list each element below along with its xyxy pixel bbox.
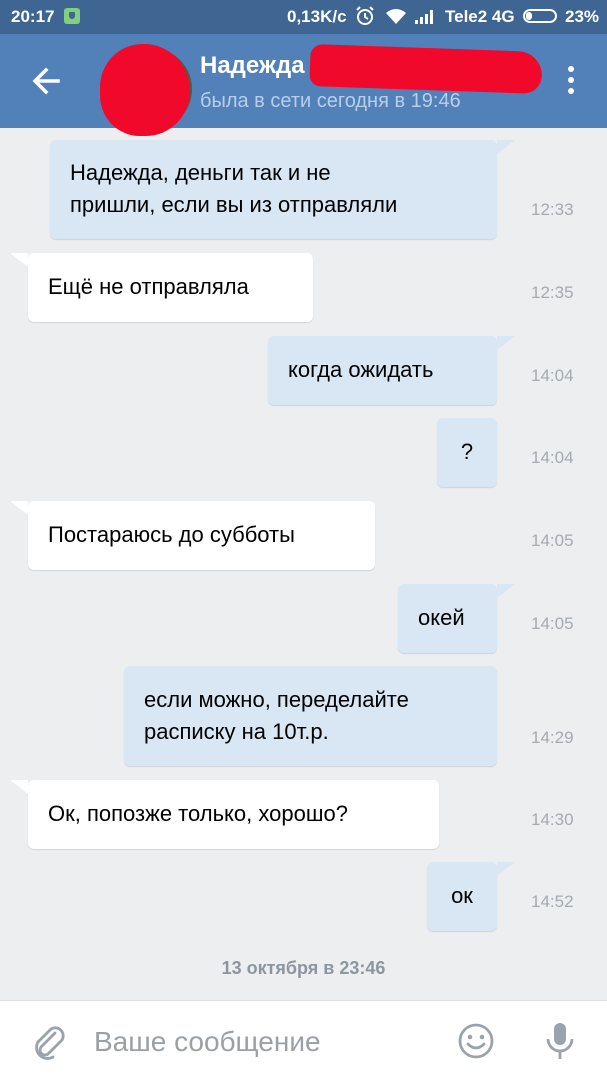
network-speed: 0,13K/c xyxy=(287,7,347,26)
battery-level xyxy=(526,12,532,20)
message-time: 14:04 xyxy=(531,448,574,467)
message-bubble-outgoing[interactable]: когда ожидать xyxy=(268,336,497,405)
bubble-tail xyxy=(10,780,28,794)
bubble-tail xyxy=(10,501,28,515)
back-arrow-icon[interactable] xyxy=(22,56,72,106)
bubble-tail xyxy=(497,584,515,598)
message-bubble-incoming[interactable]: Ок, попозже только, хорошо? xyxy=(28,780,439,849)
message-bubble-outgoing[interactable]: если можно, переделайте расписку на 10т.… xyxy=(124,666,497,766)
message-composer xyxy=(0,1000,607,1081)
message-time: 14:29 xyxy=(531,728,574,747)
paperclip-icon[interactable] xyxy=(30,1023,68,1061)
message-time: 14:52 xyxy=(531,892,574,911)
alarm-icon xyxy=(356,6,374,25)
emoji-icon[interactable] xyxy=(456,1021,496,1061)
message-text: ? xyxy=(460,439,474,464)
battery-icon xyxy=(523,9,557,23)
name-redaction xyxy=(309,43,543,95)
chat-header: Надежда Н была в сети сегодня в 19:46 xyxy=(0,34,607,136)
avatar-redaction xyxy=(100,44,190,136)
message-input[interactable] xyxy=(92,1015,436,1069)
shield-icon xyxy=(64,8,80,24)
wifi-icon xyxy=(386,9,406,24)
message-bubble-outgoing[interactable]: ? xyxy=(437,418,497,487)
message-time: 12:35 xyxy=(531,283,574,302)
signal-icon xyxy=(415,10,433,24)
more-vertical-icon[interactable] xyxy=(552,62,588,98)
contact-status: была в сети сегодня в 19:46 xyxy=(200,90,461,112)
message-bubble-outgoing[interactable]: ок xyxy=(427,862,497,931)
message-text: если можно, переделайте расписку на 10т.… xyxy=(144,687,409,744)
battery-percent: 23% xyxy=(565,7,600,26)
message-bubble-incoming[interactable]: Постараюсь до субботы xyxy=(28,501,375,570)
message-text: Ок, попозже только, хорошо? xyxy=(48,801,348,826)
message-text: Надежда, деньги так и не пришли, если вы… xyxy=(70,160,398,217)
message-bubble-outgoing[interactable]: окей xyxy=(398,584,497,653)
message-text: когда ожидать xyxy=(288,357,434,382)
bubble-tail xyxy=(497,336,515,350)
message-time: 14:05 xyxy=(531,614,574,633)
message-time: 14:30 xyxy=(531,810,574,829)
date-separator: 13 октября в 23:46 xyxy=(221,958,386,978)
message-time: 14:05 xyxy=(531,531,574,550)
bubble-tail xyxy=(497,140,515,154)
message-bubble-incoming[interactable]: Ещё не отправляла xyxy=(28,253,313,322)
message-text: окей xyxy=(418,605,465,630)
bubble-tail xyxy=(10,253,28,267)
message-text: ок xyxy=(451,883,473,908)
status-bar: 20:17 0,13K/c Tele2 4G 23% xyxy=(0,0,607,34)
message-bubble-outgoing[interactable]: Надежда, деньги так и не пришли, если вы… xyxy=(50,140,497,239)
carrier-label: Tele2 4G xyxy=(445,7,515,26)
status-time: 20:17 xyxy=(11,7,55,26)
message-time: 14:04 xyxy=(531,366,574,385)
microphone-icon[interactable] xyxy=(542,1019,578,1063)
message-time: 12:33 xyxy=(531,200,574,219)
message-list[interactable]: Надежда, деньги так и не пришли, если вы… xyxy=(0,128,607,1000)
message-text: Ещё не отправляла xyxy=(48,274,249,299)
bubble-tail xyxy=(497,862,515,876)
message-text: Постараюсь до субботы xyxy=(48,522,295,547)
